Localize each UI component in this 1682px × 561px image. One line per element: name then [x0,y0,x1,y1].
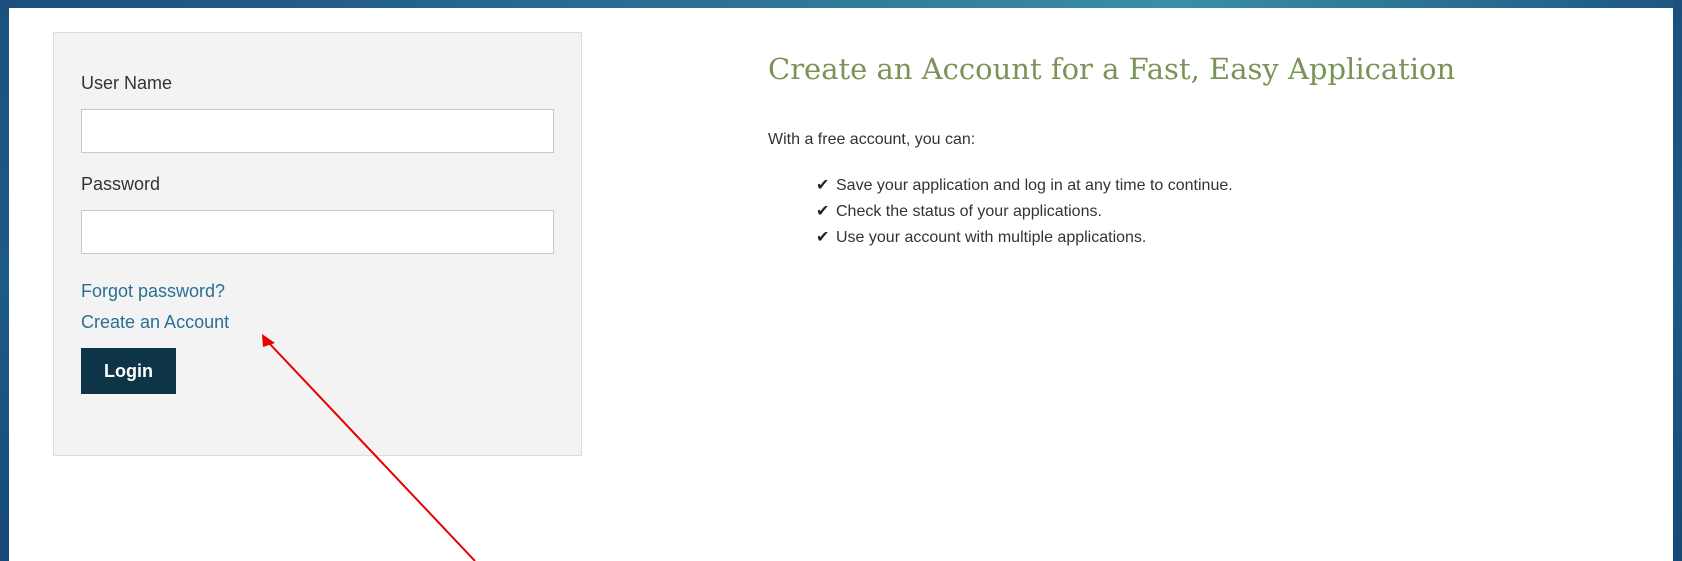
password-label: Password [81,174,161,194]
create-account-link[interactable]: Create an Account [81,312,229,333]
login-button[interactable]: Login [81,348,176,394]
check-icon: ✔ [816,229,830,246]
check-icon: ✔ [816,177,830,194]
benefit-text: Use your account with multiple applicati… [836,229,1147,246]
username-input[interactable] [81,109,554,153]
password-input[interactable] [81,210,554,254]
list-item: ✔ Save your application and log in at any… [816,173,1233,199]
window-frame-right [1673,0,1682,561]
list-item: ✔ Check the status of your applications. [816,199,1233,225]
benefits-intro: With a free account, you can: [768,131,976,148]
username-label: User Name [81,73,173,93]
benefits-list: ✔ Save your application and log in at any… [816,173,1233,251]
check-icon: ✔ [816,203,830,220]
window-frame-left [0,0,9,561]
window-frame-top [0,0,1682,8]
page-title: Create an Account for a Fast, Easy Appli… [768,52,1456,86]
benefit-text: Check the status of your applications. [836,203,1102,220]
list-item: ✔ Use your account with multiple applicat… [816,225,1233,251]
forgot-password-link[interactable]: Forgot password? [81,281,225,302]
login-panel: User Name Password Forgot password? Crea… [53,32,582,456]
benefit-text: Save your application and log in at any … [836,177,1233,194]
